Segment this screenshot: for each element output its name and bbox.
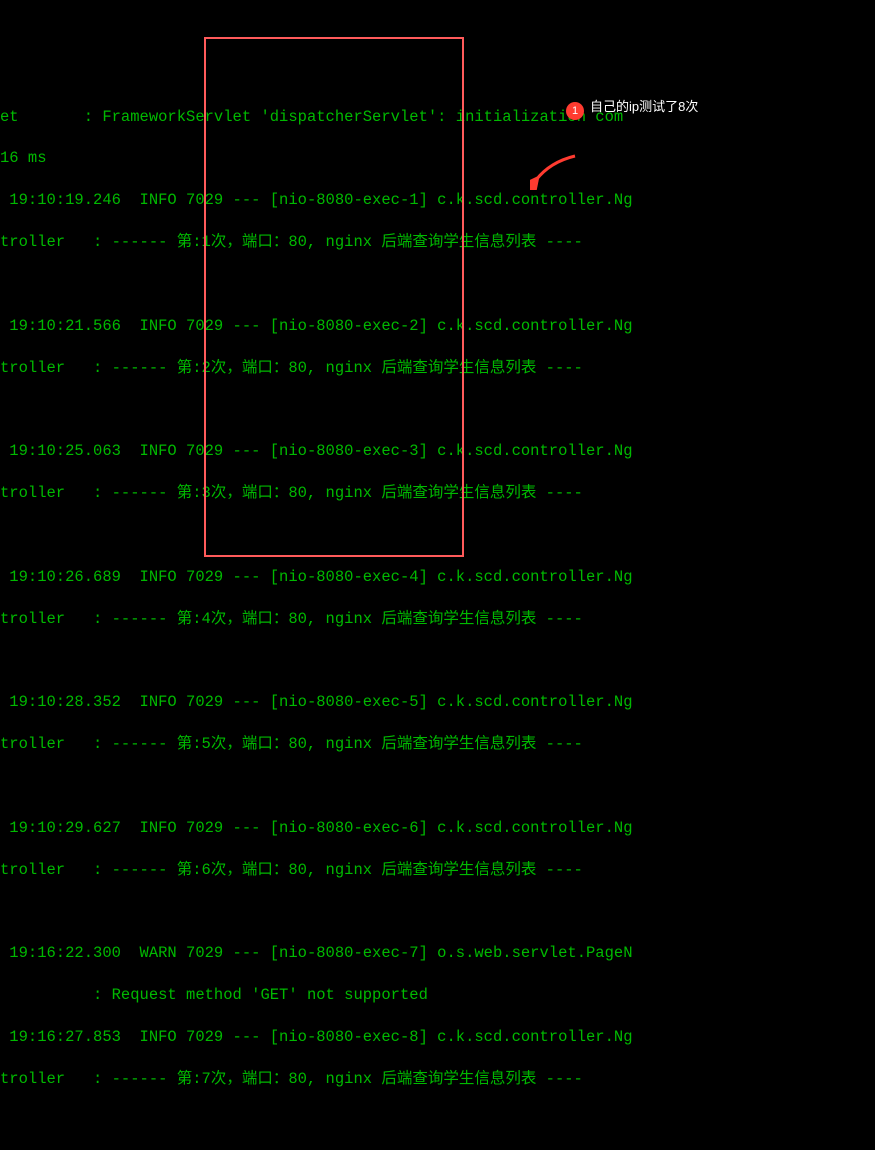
log-line	[0, 525, 875, 546]
log-line: troller : ------ 第:3次，端口：80, nginx 后端查询学…	[0, 483, 875, 504]
log-line	[0, 902, 875, 923]
log-line	[0, 400, 875, 421]
terminal-output: et : FrameworkServlet 'dispatcherServlet…	[0, 86, 875, 1150]
log-line: troller : ------ 第:5次，端口：80, nginx 后端查询学…	[0, 734, 875, 755]
log-line: 19:10:19.246 INFO 7029 --- [nio-8080-exe…	[0, 190, 875, 211]
log-line: troller : ------ 第:1次，端口：80, nginx 后端查询学…	[0, 232, 875, 253]
log-line	[0, 1111, 875, 1132]
log-line	[0, 651, 875, 672]
log-line: 19:16:22.300 WARN 7029 --- [nio-8080-exe…	[0, 943, 875, 964]
log-line	[0, 274, 875, 295]
log-line: troller : ------ 第:7次，端口：80, nginx 后端查询学…	[0, 1069, 875, 1090]
log-line: 19:10:26.689 INFO 7029 --- [nio-8080-exe…	[0, 567, 875, 588]
log-line	[0, 776, 875, 797]
log-line: 19:10:29.627 INFO 7029 --- [nio-8080-exe…	[0, 818, 875, 839]
log-line: 19:10:21.566 INFO 7029 --- [nio-8080-exe…	[0, 316, 875, 337]
log-line: et : FrameworkServlet 'dispatcherServlet…	[0, 107, 875, 128]
log-line: troller : ------ 第:4次，端口：80, nginx 后端查询学…	[0, 609, 875, 630]
log-line: : Request method 'GET' not supported	[0, 985, 875, 1006]
log-line: 19:16:27.853 INFO 7029 --- [nio-8080-exe…	[0, 1027, 875, 1048]
log-line: 19:10:25.063 INFO 7029 --- [nio-8080-exe…	[0, 441, 875, 462]
log-line: 16 ms	[0, 148, 875, 169]
log-line: troller : ------ 第:2次，端口：80, nginx 后端查询学…	[0, 358, 875, 379]
log-line: 19:10:28.352 INFO 7029 --- [nio-8080-exe…	[0, 692, 875, 713]
log-line: troller : ------ 第:6次，端口：80, nginx 后端查询学…	[0, 860, 875, 881]
